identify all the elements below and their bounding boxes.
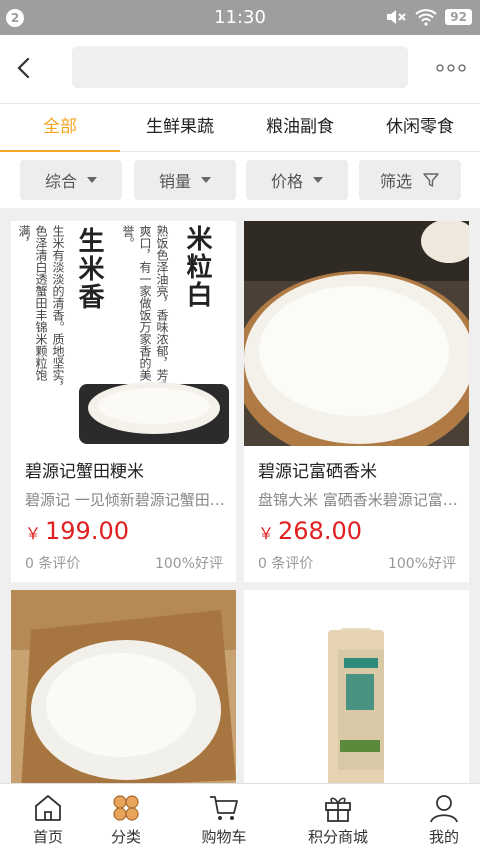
wifi-icon: [415, 9, 437, 26]
product-card[interactable]: [11, 590, 236, 783]
product-card[interactable]: [244, 590, 469, 783]
product-title: 碧源记蟹田粳米: [25, 462, 144, 482]
filter-comprehensive[interactable]: 综合: [20, 160, 122, 200]
product-image: 生米香 生米有淡淡的清香。质地坚实，色泽清白透蟹田丰锦米颗粒饱满， 米粒白 熟饭…: [11, 221, 236, 446]
nav-category[interactable]: 分类: [78, 784, 174, 853]
rice-grains-photo: [11, 590, 236, 783]
mute-icon: [387, 10, 407, 24]
tab-fresh-produce[interactable]: 生鲜果蔬: [120, 104, 240, 152]
search-input[interactable]: [72, 46, 408, 88]
nav-label: 购物车: [201, 828, 247, 846]
rice-bowl-illustration: [79, 382, 229, 444]
caret-down-icon: [87, 177, 97, 183]
tab-grain-oil[interactable]: 粮油副食: [240, 104, 360, 152]
image-heading: 米粒白: [182, 225, 212, 309]
positive-rating: 100%好评: [154, 556, 223, 572]
product-price: ￥ 268.00: [258, 517, 362, 545]
positive-rating: 100%好评: [387, 556, 456, 572]
filter-label: 综合: [44, 172, 77, 191]
filter-label: 筛选: [379, 172, 412, 191]
nav-label: 我的: [428, 828, 459, 846]
image-caption: 生米有淡淡的清香。质地坚实，色泽清白透蟹田丰锦米颗粒饱满，: [17, 225, 65, 393]
nav-cart[interactable]: 购物车: [176, 784, 272, 853]
tab-snacks[interactable]: 休闲零食: [360, 104, 480, 152]
nav-label: 分类: [110, 828, 141, 846]
product-card[interactable]: 碧源记富硒香米 盘锦大米 富硒香米碧源记富硒香米 ￥268.00 0 条评价 1…: [244, 221, 469, 582]
product-subtitle: 碧源记 一见倾新碧源记蟹田粳米: [25, 491, 225, 509]
back-arrow-icon[interactable]: [10, 53, 38, 83]
product-price: ￥ 199.00: [25, 517, 129, 545]
nav-label: 积分商城: [307, 828, 368, 846]
caret-down-icon: [201, 177, 211, 183]
filter-screen[interactable]: 筛选: [359, 160, 461, 200]
rice-bowl-photo: [244, 221, 469, 446]
image-heading: 生米香: [74, 227, 104, 311]
cart-icon: [210, 796, 238, 820]
filter-bar: 综合 销量 价格 筛选: [0, 152, 480, 208]
nav-points-mall[interactable]: 积分商城: [290, 784, 386, 853]
filter-price[interactable]: 价格: [246, 160, 348, 200]
filter-sales[interactable]: 销量: [134, 160, 236, 200]
gift-icon: [325, 797, 351, 822]
product-card[interactable]: 生米香 生米有淡淡的清香。质地坚实，色泽清白透蟹田丰锦米颗粒饱满， 米粒白 熟饭…: [11, 221, 236, 582]
more-options-icon[interactable]: [436, 63, 466, 73]
bottom-navigation: 首页 分类 购物车 积分商城 我的: [0, 783, 480, 853]
rice-bag-photo: [244, 590, 469, 783]
category-icon: [113, 795, 139, 821]
product-image: [11, 590, 236, 783]
nav-profile[interactable]: 我的: [396, 784, 480, 853]
image-caption: 熟饭色泽油亮，香味浓郁，芳香爽口，有一家做饭万家香的美誉。: [121, 225, 169, 393]
caret-down-icon: [313, 177, 323, 183]
review-count: 0 条评价: [258, 556, 314, 572]
product-title: 碧源记富硒香米: [258, 462, 377, 482]
filter-label: 价格: [270, 172, 303, 191]
tab-all[interactable]: 全部: [0, 104, 120, 152]
home-icon: [35, 795, 61, 821]
review-count: 0 条评价: [25, 556, 81, 572]
product-image: [244, 590, 469, 783]
filter-label: 销量: [158, 172, 191, 191]
product-subtitle: 盘锦大米 富硒香米碧源记富硒香米: [258, 491, 458, 509]
user-icon: [430, 795, 458, 823]
category-tabs: 全部 生鲜果蔬 粮油副食 休闲零食: [0, 103, 480, 152]
battery-indicator: 92: [445, 9, 472, 25]
status-bar: 2 11:30 92: [0, 0, 480, 35]
funnel-icon: [423, 173, 439, 187]
product-image: [244, 221, 469, 446]
top-header: [0, 35, 480, 103]
